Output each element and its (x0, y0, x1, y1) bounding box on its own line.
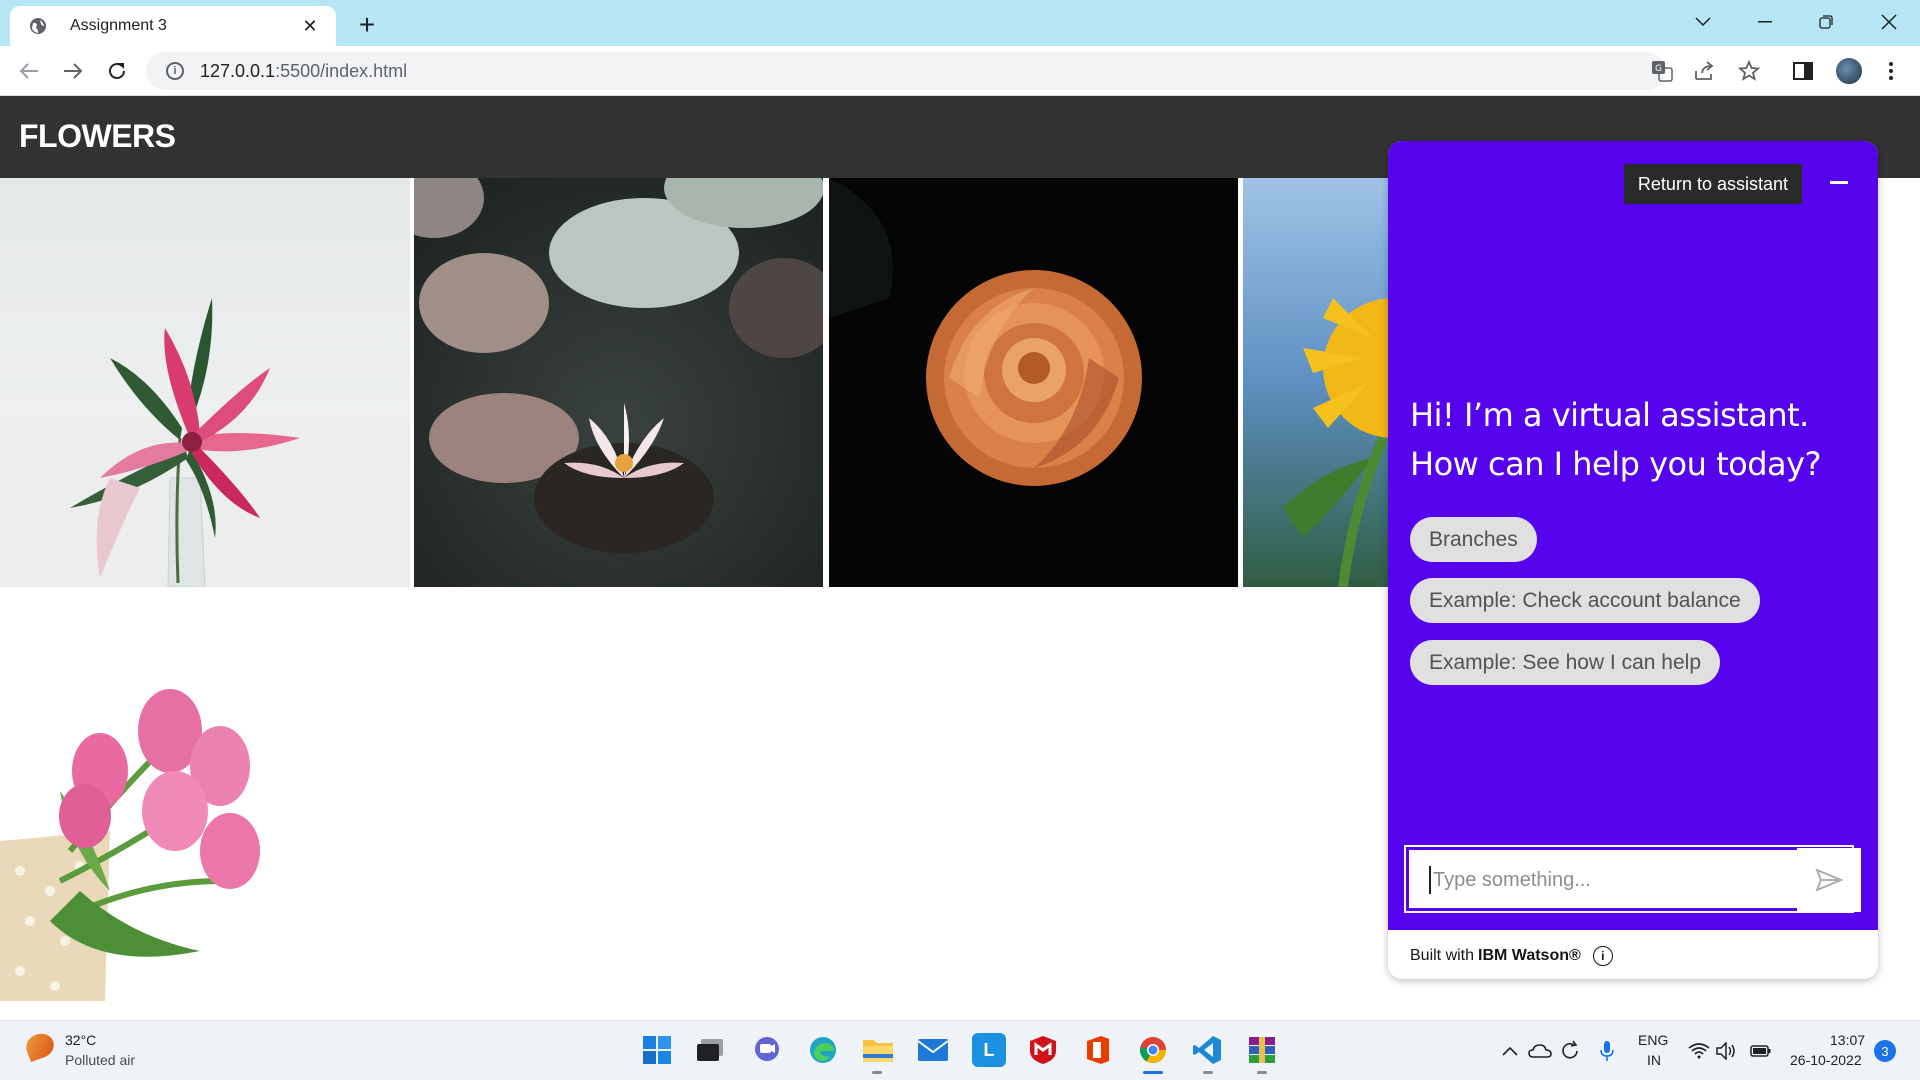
weather-description[interactable]: Polluted air (65, 1052, 135, 1068)
translate-icon[interactable]: G (1651, 60, 1673, 82)
reload-icon[interactable] (102, 56, 132, 86)
tab-title: Assignment 3 (70, 17, 167, 34)
url-host: 127.0.0.1 (200, 60, 276, 81)
browser-toolbar: i 127.0.0.1:5500/index.html G (0, 46, 1920, 96)
l-app-icon[interactable]: L (972, 1033, 1006, 1067)
active-indicator (1143, 1071, 1163, 1074)
battery-icon[interactable] (1748, 1038, 1774, 1064)
svg-text:G: G (1655, 64, 1662, 74)
url-path: :5500/index.html (275, 60, 408, 81)
running-indicator (1257, 1071, 1267, 1074)
plus-icon[interactable]: + (352, 9, 382, 40)
assistant-body: Return to assistant Hi! I’m a virtual as… (1388, 141, 1878, 930)
notification-badge[interactable]: 3 (1874, 1040, 1896, 1062)
chevron-down-icon[interactable] (1674, 4, 1732, 40)
taskbar (0, 1020, 1920, 1080)
globe-icon (28, 16, 48, 36)
running-indicator (872, 1071, 882, 1074)
task-view-icon[interactable] (693, 1033, 727, 1067)
footer-prefix: Built with (1410, 947, 1475, 964)
info-icon[interactable]: i (166, 62, 184, 80)
send-button[interactable] (1797, 848, 1861, 912)
photo-pink-tulips (0, 591, 410, 1001)
footer-brand: IBM Watson® (1478, 947, 1581, 964)
message-input[interactable] (1429, 866, 1769, 894)
photo-pink-lily (0, 178, 410, 587)
star-icon[interactable] (1738, 60, 1760, 82)
sync-icon[interactable] (1557, 1038, 1583, 1064)
minimize-icon[interactable] (1736, 4, 1794, 40)
start-icon[interactable] (640, 1033, 674, 1067)
running-indicator (1203, 1071, 1213, 1074)
info-icon[interactable]: i (1592, 946, 1613, 966)
chat-icon[interactable] (750, 1033, 784, 1067)
assistant-footer: Built with IBM Watson® i (1410, 946, 1613, 966)
language-primary[interactable]: ENG (1638, 1032, 1668, 1048)
option-check-balance-button[interactable]: Example: Check account balance (1410, 578, 1760, 623)
mail-icon[interactable] (916, 1033, 950, 1067)
message-input-wrapper (1404, 845, 1854, 913)
browser-tab[interactable]: Assignment 3 ✕ (10, 6, 336, 46)
onedrive-icon[interactable] (1527, 1038, 1553, 1064)
office-icon[interactable] (1081, 1033, 1115, 1067)
return-to-assistant-button[interactable]: Return to assistant (1623, 164, 1802, 204)
photo-sunflower (1243, 178, 1393, 587)
send-icon (1815, 868, 1843, 892)
assistant-greeting: Hi! I’m a virtual assistant. How can I h… (1410, 396, 1822, 483)
wifi-icon[interactable] (1686, 1038, 1712, 1064)
edge-icon[interactable] (806, 1033, 840, 1067)
volume-icon[interactable] (1714, 1038, 1740, 1064)
minimize-icon[interactable] (1830, 181, 1848, 184)
weather-temperature[interactable]: 32°C (65, 1032, 96, 1048)
option-see-help-button[interactable]: Example: See how I can help (1410, 640, 1720, 685)
profile-avatar[interactable] (1834, 56, 1864, 86)
chevron-up-icon[interactable] (1497, 1038, 1523, 1064)
share-icon[interactable] (1694, 60, 1716, 82)
photo-orange-rose (829, 178, 1238, 587)
chrome-icon[interactable] (1136, 1033, 1170, 1067)
vscode-icon[interactable] (1190, 1033, 1224, 1067)
clock-date[interactable]: 26-10-2022 (1790, 1052, 1862, 1068)
side-panel-icon[interactable] (1788, 56, 1818, 86)
winrar-icon[interactable] (1245, 1033, 1279, 1067)
close-window-icon[interactable] (1860, 4, 1918, 40)
photo-water-lily (414, 178, 823, 587)
option-branches-button[interactable]: Branches (1410, 517, 1537, 562)
menu-icon[interactable] (1876, 56, 1906, 86)
forward-icon[interactable] (58, 56, 88, 86)
page-title: FLOWERS (19, 118, 176, 154)
url-text: 127.0.0.1:5500/index.html (200, 61, 407, 82)
microphone-icon[interactable] (1594, 1038, 1620, 1064)
close-icon[interactable]: ✕ (298, 14, 322, 38)
clock-time[interactable]: 13:07 (1830, 1032, 1865, 1048)
file-explorer-icon[interactable] (861, 1033, 895, 1067)
mcafee-icon[interactable] (1026, 1033, 1060, 1067)
address-bar[interactable]: i 127.0.0.1:5500/index.html (146, 52, 1666, 90)
restore-icon[interactable] (1797, 4, 1855, 40)
back-icon[interactable] (14, 56, 44, 86)
language-secondary[interactable]: IN (1647, 1052, 1661, 1068)
